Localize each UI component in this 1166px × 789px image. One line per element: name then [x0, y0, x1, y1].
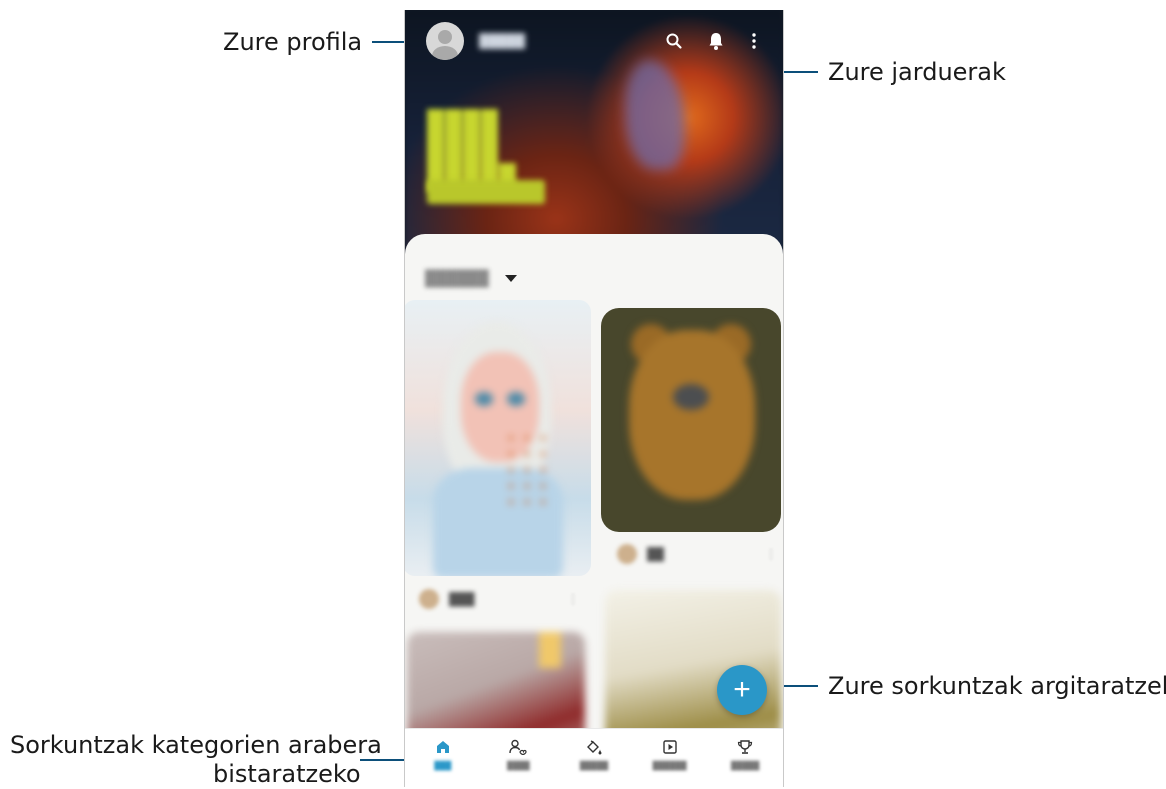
hero-cta-button[interactable]	[427, 180, 545, 204]
artwork-1-meta[interactable]: ███ ⋮	[419, 589, 579, 609]
callout-publish: Zure sorkuntzak argitaratzeko	[828, 672, 1166, 700]
nav-item-home[interactable]: ███	[405, 729, 481, 787]
artwork-1-eye-left	[475, 392, 493, 406]
plus-icon: +	[733, 673, 751, 706]
notifications-button[interactable]	[701, 26, 731, 56]
category-filter-label-blurred: ██████	[425, 269, 489, 287]
artwork-2-author-blurred: ██	[647, 547, 665, 561]
username-blurred: █████	[479, 33, 526, 48]
nav-label-coloring-blurred: █████	[579, 761, 609, 770]
bell-icon	[709, 33, 723, 50]
phone-screen: ████ ████ █████ █████ ██████ ███ ⋮ ██ ⋮ …	[404, 10, 784, 787]
nav-label-live-drawing-blurred: ██████	[652, 761, 687, 770]
bottom-navigation: ███ ████ █████ ██████ █████	[405, 728, 783, 787]
artwork-1-more-icon[interactable]: ⋮	[567, 592, 579, 606]
home-icon	[436, 741, 449, 753]
artwork-1-author-blurred: ███	[449, 592, 475, 606]
artwork-1-image	[405, 300, 591, 576]
publish-fab[interactable]: +	[717, 665, 767, 715]
callout-categories-line1: Sorkuntzak kategorien arabera	[10, 731, 382, 759]
artwork-1-eye-right	[507, 392, 525, 406]
artwork-2-bear	[629, 330, 755, 500]
profile-avatar[interactable]	[426, 22, 464, 60]
coloring-icon	[586, 740, 602, 755]
artwork-2-more-icon[interactable]: ⋮	[765, 547, 777, 561]
nav-label-my-feed-blurred: ████	[507, 761, 530, 770]
nav-item-coloring[interactable]: █████	[556, 729, 632, 787]
callout-activities: Zure jarduerak	[828, 58, 1006, 86]
more-options-button[interactable]	[739, 26, 769, 56]
artwork-card-1[interactable]	[405, 300, 591, 576]
top-app-bar: █████	[405, 10, 783, 80]
more-vert-icon	[752, 33, 756, 49]
trophy-icon	[738, 740, 753, 754]
artwork-2-image	[601, 308, 781, 532]
artwork-3-badge	[539, 632, 561, 668]
nav-item-my-feed[interactable]: ████	[481, 729, 557, 787]
my-feed-icon	[509, 739, 527, 755]
artwork-card-2[interactable]	[601, 308, 781, 532]
artwork-1-author-avatar	[419, 589, 439, 609]
nav-label-challenges-blurred: █████	[731, 761, 760, 770]
caret-down-icon	[505, 274, 517, 282]
hero-title-blurred: ████ ████ █████	[427, 110, 518, 191]
avatar-head	[438, 30, 452, 44]
artwork-2-author-avatar	[617, 544, 637, 564]
nav-label-home-blurred: ███	[434, 761, 452, 770]
callout-profile: Zure profila	[223, 28, 363, 56]
avatar-body	[432, 46, 458, 60]
nav-item-live-drawing[interactable]: ██████	[632, 729, 708, 787]
search-button[interactable]	[659, 26, 689, 56]
artwork-1-leaves	[503, 430, 553, 510]
nav-item-challenges[interactable]: █████	[707, 729, 783, 787]
category-filter-dropdown[interactable]: ██████	[425, 264, 517, 292]
live-drawing-icon	[662, 740, 677, 754]
artwork-2-meta[interactable]: ██ ⋮	[617, 544, 777, 564]
search-icon	[666, 33, 682, 49]
artwork-2-nose	[673, 384, 709, 410]
callout-categories-line	[360, 759, 404, 761]
callout-categories-line2: bistaratzeko	[213, 760, 361, 788]
